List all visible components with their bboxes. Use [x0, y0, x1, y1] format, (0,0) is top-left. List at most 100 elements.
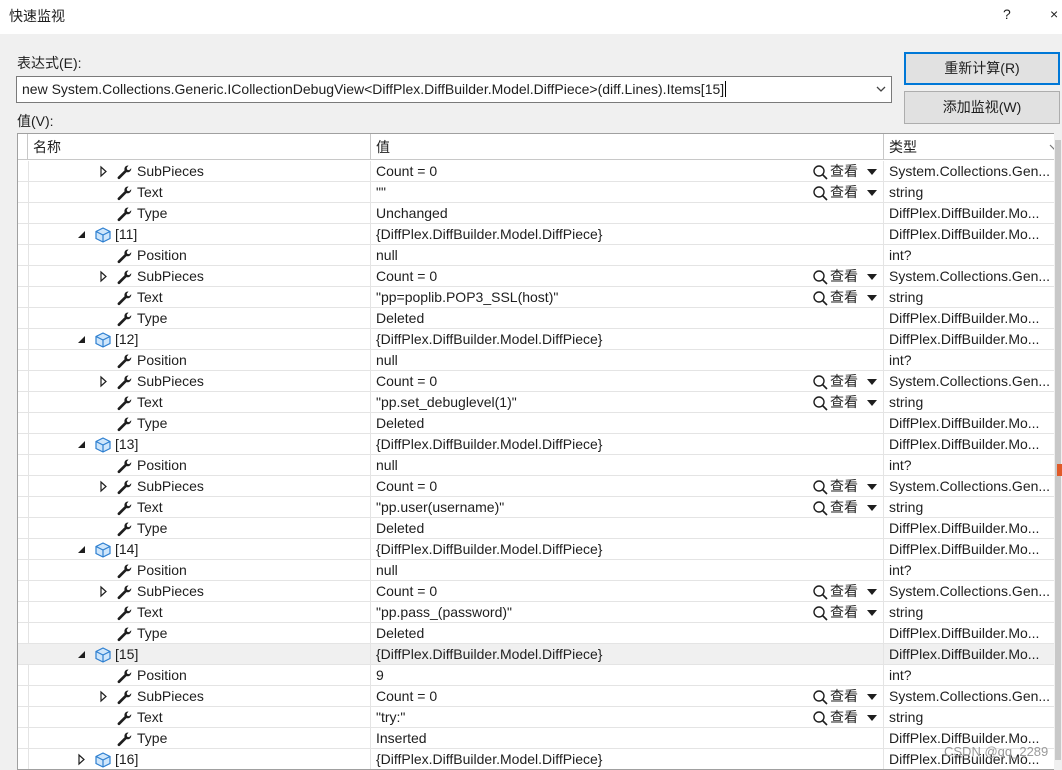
- expanded-arrow-icon[interactable]: [76, 434, 88, 455]
- table-row[interactable]: SubPieces Count = 0 查看 System.Collections.G…: [18, 266, 1061, 287]
- table-row[interactable]: Text "try:" 查看 string: [18, 707, 1061, 728]
- table-row[interactable]: Type Deleted DiffPlex.DiffBuilder.Mo...: [18, 518, 1061, 539]
- view-visualizer-button[interactable]: 查看: [812, 476, 882, 497]
- table-row[interactable]: SubPieces Count = 0 查看 System.Collections.G…: [18, 581, 1061, 602]
- dropdown-arrow-icon[interactable]: [867, 484, 877, 490]
- column-header-type[interactable]: 类型: [884, 134, 1061, 160]
- value-cell[interactable]: Unchanged: [371, 203, 884, 224]
- dropdown-arrow-icon[interactable]: [867, 589, 877, 595]
- expression-input[interactable]: new System.Collections.Generic.ICollecti…: [16, 76, 892, 103]
- table-row[interactable]: Type Unchanged DiffPlex.DiffBuilder.Mo...: [18, 203, 1061, 224]
- table-row[interactable]: Text "pp=poplib.POP3_SSL(host)" 查看 string: [18, 287, 1061, 308]
- collapsed-arrow-icon[interactable]: [98, 476, 110, 497]
- table-row[interactable]: Position 9 int?: [18, 665, 1061, 686]
- dropdown-arrow-icon[interactable]: [867, 295, 877, 301]
- collapsed-arrow-icon[interactable]: [98, 266, 110, 287]
- dropdown-arrow-icon[interactable]: [867, 505, 877, 511]
- table-row[interactable]: Type Deleted DiffPlex.DiffBuilder.Mo...: [18, 623, 1061, 644]
- table-row[interactable]: [14] {DiffPlex.DiffBuilder.Model.DiffPiec…: [18, 539, 1061, 560]
- table-row[interactable]: Type Inserted DiffPlex.DiffBuilder.Mo...: [18, 728, 1061, 749]
- view-visualizer-button[interactable]: 查看: [812, 287, 882, 308]
- table-row[interactable]: [16] {DiffPlex.DiffBuilder.Model.DiffPiec…: [18, 749, 1061, 770]
- value-cell[interactable]: "try:": [371, 707, 884, 728]
- view-visualizer-button[interactable]: 查看: [812, 161, 882, 182]
- collapsed-arrow-icon[interactable]: [98, 686, 110, 707]
- view-visualizer-button[interactable]: 查看: [812, 497, 882, 518]
- table-row[interactable]: [11] {DiffPlex.DiffBuilder.Model.DiffPiec…: [18, 224, 1061, 245]
- view-visualizer-button[interactable]: 查看: [812, 602, 882, 623]
- value-cell[interactable]: null: [371, 350, 884, 371]
- value-cell[interactable]: Inserted: [371, 728, 884, 749]
- table-row[interactable]: [15] {DiffPlex.DiffBuilder.Model.DiffPiec…: [18, 644, 1061, 665]
- dropdown-arrow-icon[interactable]: [867, 694, 877, 700]
- close-button[interactable]: ×: [1050, 6, 1058, 22]
- collapsed-arrow-icon[interactable]: [76, 749, 88, 770]
- dropdown-arrow-icon[interactable]: [867, 379, 877, 385]
- expanded-arrow-icon[interactable]: [76, 224, 88, 245]
- table-row[interactable]: Text "pp.user(username)" 查看 string: [18, 497, 1061, 518]
- table-row[interactable]: [13] {DiffPlex.DiffBuilder.Model.DiffPiec…: [18, 434, 1061, 455]
- dropdown-arrow-icon[interactable]: [867, 169, 877, 175]
- collapsed-arrow-icon[interactable]: [98, 161, 110, 182]
- value-cell[interactable]: "pp.set_debuglevel(1)": [371, 392, 884, 413]
- view-visualizer-button[interactable]: 查看: [812, 392, 882, 413]
- view-visualizer-button[interactable]: 查看: [812, 266, 882, 287]
- value-cell[interactable]: {DiffPlex.DiffBuilder.Model.DiffPiece}: [371, 539, 884, 560]
- value-cell[interactable]: "": [371, 182, 884, 203]
- add-watch-button[interactable]: 添加监视(W): [904, 91, 1060, 124]
- value-cell[interactable]: null: [371, 560, 884, 581]
- value-cell[interactable]: Deleted: [371, 413, 884, 434]
- value-cell[interactable]: 9: [371, 665, 884, 686]
- dropdown-arrow-icon[interactable]: [867, 274, 877, 280]
- view-visualizer-button[interactable]: 查看: [812, 371, 882, 392]
- value-cell[interactable]: {DiffPlex.DiffBuilder.Model.DiffPiece}: [371, 749, 884, 769]
- help-button[interactable]: ?: [1003, 6, 1011, 22]
- table-row[interactable]: Position null int?: [18, 245, 1061, 266]
- value-cell[interactable]: null: [371, 245, 884, 266]
- value-cell[interactable]: Deleted: [371, 518, 884, 539]
- table-row[interactable]: Position null int?: [18, 560, 1061, 581]
- view-visualizer-button[interactable]: 查看: [812, 182, 882, 203]
- chevron-down-icon[interactable]: [875, 82, 887, 96]
- value-cell[interactable]: "pp.user(username)": [371, 497, 884, 518]
- value-cell[interactable]: "pp.pass_(password)": [371, 602, 884, 623]
- column-header-name[interactable]: 名称: [28, 134, 371, 160]
- collapsed-arrow-icon[interactable]: [98, 581, 110, 602]
- collapsed-arrow-icon[interactable]: [98, 371, 110, 392]
- value-cell[interactable]: {DiffPlex.DiffBuilder.Model.DiffPiece}: [371, 644, 884, 665]
- value-cell[interactable]: Count = 0: [371, 371, 884, 392]
- value-cell[interactable]: "pp=poplib.POP3_SSL(host)": [371, 287, 884, 308]
- value-cell[interactable]: Count = 0: [371, 476, 884, 497]
- table-row[interactable]: Type Deleted DiffPlex.DiffBuilder.Mo...: [18, 308, 1061, 329]
- value-cell[interactable]: Count = 0: [371, 266, 884, 287]
- value-cell[interactable]: Deleted: [371, 308, 884, 329]
- expanded-arrow-icon[interactable]: [76, 539, 88, 560]
- dropdown-arrow-icon[interactable]: [867, 400, 877, 406]
- value-cell[interactable]: {DiffPlex.DiffBuilder.Model.DiffPiece}: [371, 224, 884, 245]
- value-cell[interactable]: Deleted: [371, 623, 884, 644]
- expanded-arrow-icon[interactable]: [76, 644, 88, 665]
- table-row[interactable]: Type Deleted DiffPlex.DiffBuilder.Mo...: [18, 413, 1061, 434]
- dropdown-arrow-icon[interactable]: [867, 610, 877, 616]
- value-cell[interactable]: Count = 0: [371, 686, 884, 707]
- table-row[interactable]: SubPieces Count = 0 查看 System.Collections.G…: [18, 371, 1061, 392]
- table-row[interactable]: SubPieces Count = 0 查看 System.Collections.G…: [18, 686, 1061, 707]
- column-header-value[interactable]: 值: [371, 134, 884, 160]
- table-row[interactable]: Position null int?: [18, 350, 1061, 371]
- value-cell[interactable]: {DiffPlex.DiffBuilder.Model.DiffPiece}: [371, 329, 884, 350]
- table-row[interactable]: Text "pp.pass_(password)" 查看 string: [18, 602, 1061, 623]
- table-row[interactable]: Position null int?: [18, 455, 1061, 476]
- table-row[interactable]: Text "" 查看 string: [18, 182, 1061, 203]
- dropdown-arrow-icon[interactable]: [867, 715, 877, 721]
- recalculate-button[interactable]: 重新计算(R): [904, 52, 1060, 85]
- view-visualizer-button[interactable]: 查看: [812, 581, 882, 602]
- table-row[interactable]: SubPieces Count = 0 查看 System.Collections.G…: [18, 161, 1061, 182]
- view-visualizer-button[interactable]: 查看: [812, 686, 882, 707]
- view-visualizer-button[interactable]: 查看: [812, 707, 882, 728]
- scrollbar-thumb[interactable]: [1055, 140, 1061, 760]
- table-row[interactable]: Text "pp.set_debuglevel(1)" 查看 string: [18, 392, 1061, 413]
- dropdown-arrow-icon[interactable]: [867, 190, 877, 196]
- value-cell[interactable]: Count = 0: [371, 161, 884, 182]
- expanded-arrow-icon[interactable]: [76, 329, 88, 350]
- table-row[interactable]: SubPieces Count = 0 查看 System.Collections.G…: [18, 476, 1061, 497]
